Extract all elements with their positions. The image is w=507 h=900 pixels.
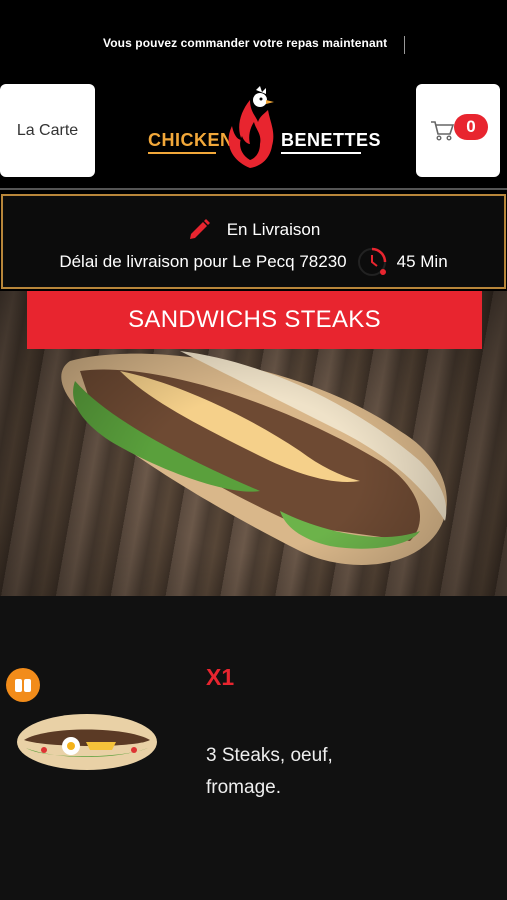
product-description: 3 Steaks, oeuf, fromage. [206,745,333,798]
brand-logo[interactable]: CHICKEN BENETTES [148,86,381,172]
menu-button[interactable]: La Carte [0,84,95,177]
menu-button-label: La Carte [16,121,79,139]
vegetarian-badge-icon [6,668,40,702]
cart-button[interactable]: 0 [416,84,500,177]
category-title: SANDWICHS STEAKS [27,291,482,349]
clock-icon [357,247,386,276]
brand-underline-left [148,152,216,154]
header: La Carte CHICKEN BENETTES 0 [0,84,507,178]
product-card[interactable]: X1 3 Steaks, oeuf, fromage. [0,596,507,900]
product-image[interactable] [16,706,158,772]
brand-underline-right [281,152,361,154]
header-divider [0,188,507,190]
rooster-flame-icon [228,86,274,168]
delivery-delay-text: Délai de livraison pour Le Pecq 78230 [59,252,347,271]
delivery-mode[interactable]: En Livraison [227,220,321,240]
delivery-info-panel: En Livraison Délai de livraison pour Le … [1,194,506,289]
ticker-mask [404,36,507,54]
pencil-icon[interactable] [187,218,211,242]
product-quantity: X1 [206,664,235,690]
announcement-ticker: Vous pouvez commander votre repas mainte… [0,36,507,54]
brand-name-right: BENETTES [281,130,382,150]
cart-icon [431,121,454,141]
ticker-text: Vous pouvez commander votre repas mainte… [103,36,388,50]
category-hero-image: SANDWICHS STEAKS [0,291,507,596]
delivery-delay-value: 45 Min [396,252,448,271]
cart-count-badge: 0 [454,114,488,140]
